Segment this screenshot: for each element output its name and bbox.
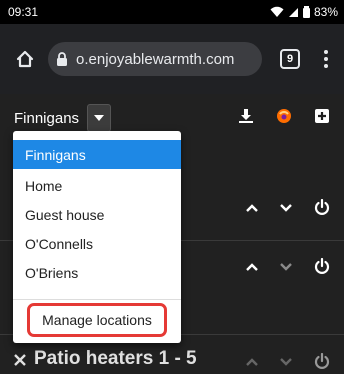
menu-dot-icon [324,64,328,68]
battery-icon [302,6,310,18]
power-button[interactable] [312,256,332,276]
status-icons: 83% [270,5,338,19]
browser-menu-button[interactable] [318,44,334,74]
location-dropdown-toggle[interactable] [87,104,112,132]
status-time: 09:31 [8,5,39,19]
location-option-home[interactable]: Home [13,171,181,200]
temp-up-button[interactable] [242,352,262,372]
power-icon [314,258,330,274]
menu-divider [13,299,181,300]
add-button[interactable] [312,106,332,126]
temp-down-button[interactable] [276,257,296,277]
selected-location: Finnigans [14,109,80,127]
close-icon[interactable] [14,354,26,366]
location-dropdown-menu: Finnigans Home Guest house O'Connells O'… [13,131,181,343]
location-option-finnigans[interactable]: Finnigans [13,140,181,169]
power-icon [314,353,330,369]
location-option-oconnells[interactable]: O'Connells [13,229,181,258]
power-button[interactable] [312,351,332,371]
location-option-obriens[interactable]: O'Briens [13,258,181,287]
menu-dot-icon [324,50,328,54]
lock-icon [57,52,67,66]
temp-down-button[interactable] [276,352,296,372]
home-icon [16,50,34,68]
url-text: o.enjoyablewarmth.com [76,50,235,68]
temp-down-button[interactable] [276,198,296,218]
heater-logo-icon [277,109,291,123]
manage-locations-button[interactable]: Manage locations [27,303,167,337]
add-icon [315,109,329,123]
heater-group-header[interactable]: Patio heaters 1 - 5 [0,348,344,374]
logo-button[interactable] [274,106,294,126]
wifi-icon [270,6,284,17]
chevron-down-icon [280,204,292,212]
home-button[interactable] [10,44,40,74]
menu-dot-icon [324,57,328,61]
download-button[interactable] [236,106,256,126]
address-bar[interactable]: o.enjoyablewarmth.com [48,42,262,76]
temp-up-button[interactable] [242,198,262,218]
browser-toolbar: o.enjoyablewarmth.com 9 [0,24,344,94]
tab-switcher-button[interactable]: 9 [280,49,300,69]
power-icon [314,199,330,215]
location-option-guest-house[interactable]: Guest house [13,200,181,229]
caret-down-icon [94,115,105,121]
location-selector[interactable]: Finnigans [14,104,112,132]
battery-percent: 83% [313,5,338,19]
power-button[interactable] [312,197,332,217]
temp-up-button[interactable] [242,257,262,277]
chevron-up-icon [246,204,258,212]
signal-icon [288,7,298,17]
download-icon [239,109,253,123]
group-title: Patio heaters 1 - 5 [34,348,197,369]
status-bar: 09:31 83% [0,0,344,24]
chevron-down-icon [280,263,292,271]
chevron-up-icon [246,263,258,271]
